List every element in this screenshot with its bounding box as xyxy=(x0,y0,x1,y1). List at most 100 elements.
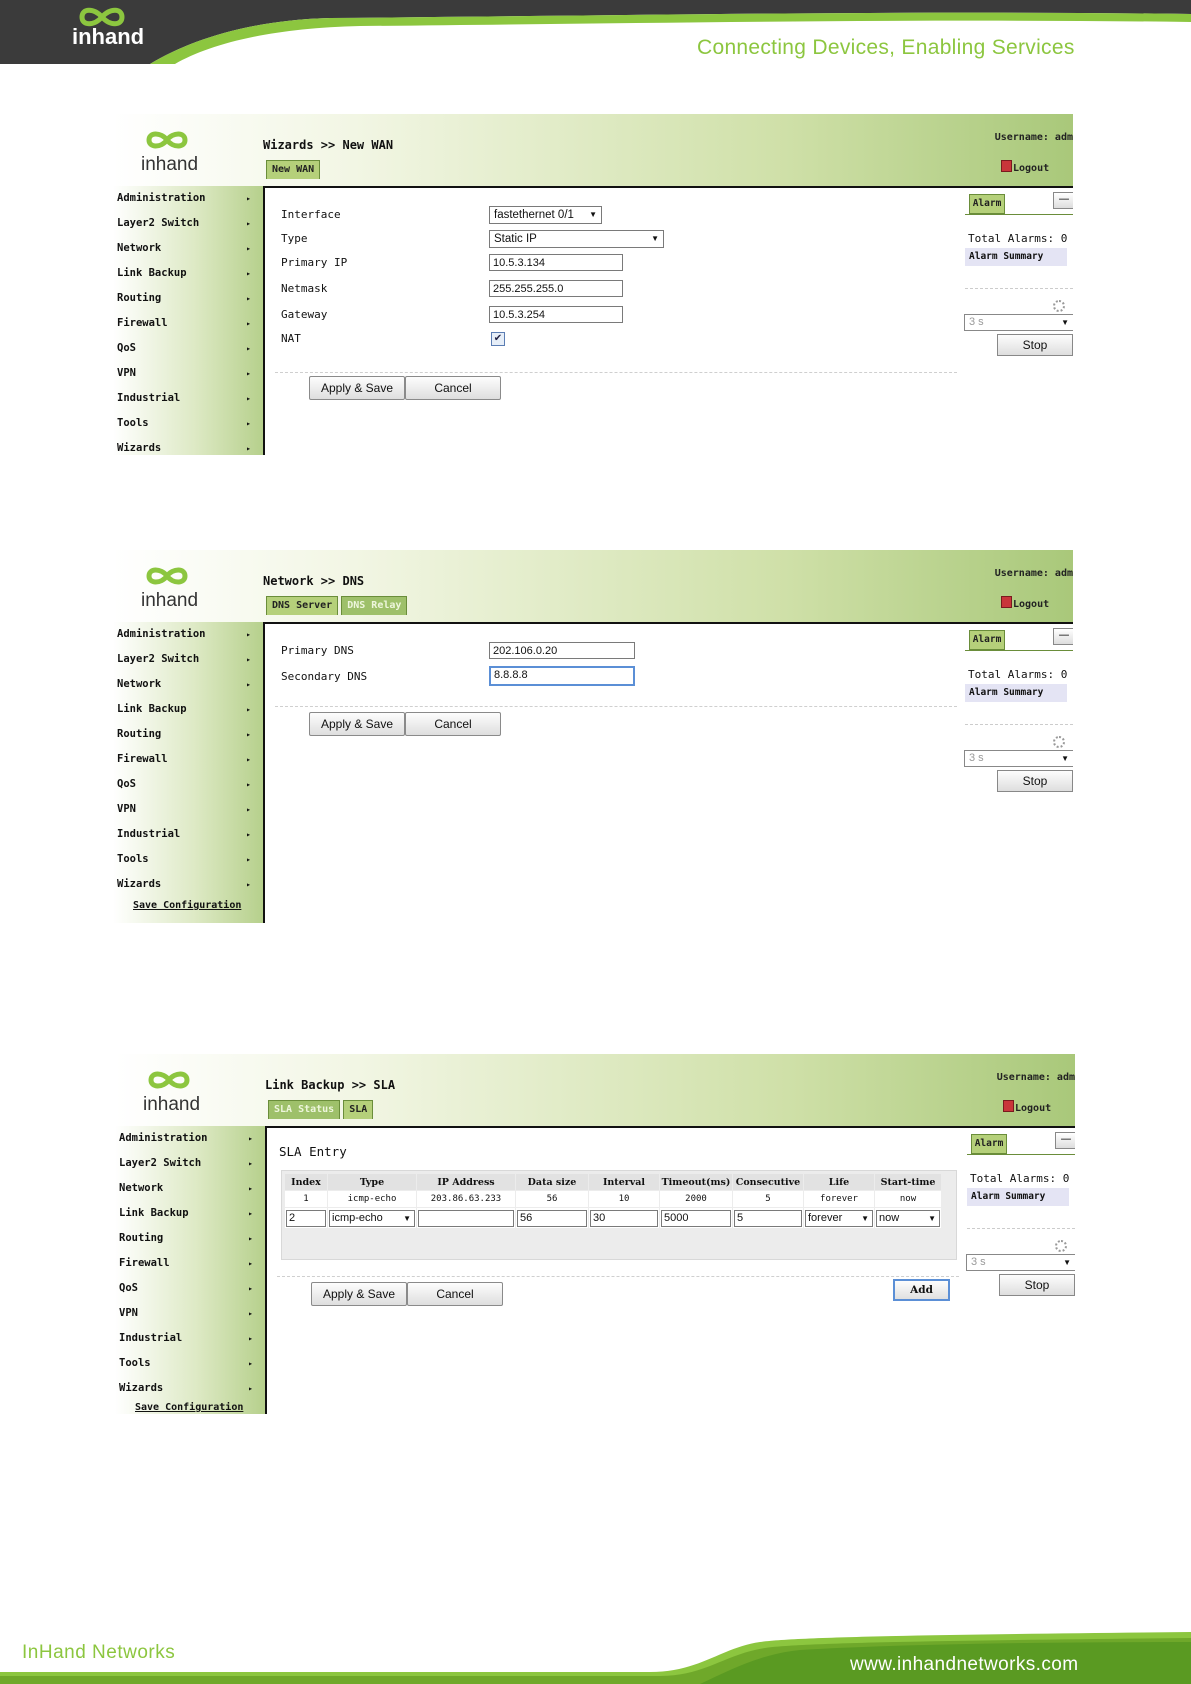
sidebar-item-qos[interactable]: QoS ▸ xyxy=(117,336,257,361)
cancel-button[interactable]: Cancel xyxy=(405,712,501,736)
alarm-summary[interactable]: Alarm Summary xyxy=(965,248,1067,266)
total-alarms: Total Alarms: 0 xyxy=(968,668,1068,681)
add-button[interactable]: Add xyxy=(893,1279,950,1301)
sidebar-item-tools[interactable]: Tools ▸ xyxy=(119,1351,259,1376)
sidebar-item-layer2-switch[interactable]: Layer2 Switch ▸ xyxy=(117,211,257,236)
logout-link[interactable]: Logout xyxy=(1001,160,1049,174)
column-header-interval: Interval xyxy=(589,1174,659,1190)
stop-button[interactable]: Stop xyxy=(997,770,1073,792)
sidebar-item-administration[interactable]: Administration ▸ xyxy=(117,622,257,647)
sidebar-item-wizards[interactable]: Wizards ▸ xyxy=(117,872,257,897)
sidebar-item-industrial[interactable]: Industrial ▸ xyxy=(117,386,257,411)
table-cell: 203.86.63.233 xyxy=(417,1191,515,1207)
sidebar-item-layer2-switch[interactable]: Layer2 Switch ▸ xyxy=(117,647,257,672)
chevron-right-icon: ▸ xyxy=(246,294,251,303)
chevron-down-icon: ▼ xyxy=(1061,318,1069,327)
logout-link[interactable]: Logout xyxy=(1003,1100,1051,1114)
refresh-interval-select[interactable]: 3 s ▼ xyxy=(966,1254,1075,1271)
life-select[interactable]: forever ▼ xyxy=(805,1209,873,1227)
tab-dns-server[interactable]: DNS Server xyxy=(266,596,339,615)
minimize-button[interactable]: — xyxy=(1053,628,1073,645)
tab-dns-relay[interactable]: DNS Relay xyxy=(341,596,408,615)
alarm-tab[interactable]: Alarm xyxy=(971,1134,1007,1154)
sidebar-item-qos[interactable]: QoS ▸ xyxy=(119,1276,259,1301)
alarm-summary[interactable]: Alarm Summary xyxy=(967,1188,1069,1206)
secondary-dns-input[interactable]: 8.8.8.8 xyxy=(489,666,635,686)
gateway-input[interactable]: 10.5.3.254 xyxy=(489,306,623,323)
chevron-right-icon: ▸ xyxy=(246,680,251,689)
chevron-right-icon: ▸ xyxy=(246,655,251,664)
sidebar-item-wizards[interactable]: Wizards ▸ xyxy=(119,1376,259,1401)
stop-button[interactable]: Stop xyxy=(997,334,1073,356)
sidebar-item-link-backup[interactable]: Link Backup ▸ xyxy=(119,1201,259,1226)
save-configuration-link[interactable]: Save Configuration xyxy=(135,1402,243,1413)
logout-link[interactable]: Logout xyxy=(1001,596,1049,610)
sidebar-item-qos[interactable]: QoS ▸ xyxy=(117,772,257,797)
sidebar-item-routing[interactable]: Routing ▸ xyxy=(117,286,257,311)
refresh-interval-select[interactable]: 3 s ▼ xyxy=(964,750,1073,767)
type-select[interactable]: Static IP ▼ xyxy=(489,230,664,248)
apply-save-button[interactable]: Apply & Save xyxy=(309,712,405,736)
sidebar-item-vpn[interactable]: VPN ▸ xyxy=(119,1301,259,1326)
nat-checkbox[interactable]: ✔ xyxy=(491,332,505,346)
chevron-down-icon: ▼ xyxy=(1063,1258,1071,1267)
sidebar-item-industrial[interactable]: Industrial ▸ xyxy=(117,822,257,847)
cancel-button[interactable]: Cancel xyxy=(407,1282,503,1306)
ip-address-input[interactable] xyxy=(418,1209,514,1227)
sidebar-item-network[interactable]: Network ▸ xyxy=(117,236,257,261)
minimize-button[interactable]: — xyxy=(1053,192,1073,209)
top-bar xyxy=(113,550,1073,622)
primary-dns-input[interactable]: 202.106.0.20 xyxy=(489,642,635,659)
sidebar-item-administration[interactable]: Administration ▸ xyxy=(117,186,257,211)
sidebar-item-wizards[interactable]: Wizards ▸ xyxy=(117,436,257,455)
sidebar-item-routing[interactable]: Routing ▸ xyxy=(119,1226,259,1251)
consecutive-input[interactable]: 5 xyxy=(734,1209,802,1227)
sidebar-item-tools[interactable]: Tools ▸ xyxy=(117,847,257,872)
tab-sla[interactable]: SLA xyxy=(343,1100,374,1119)
sidebar-item-link-backup[interactable]: Link Backup ▸ xyxy=(117,261,257,286)
secondary-dns-label: Secondary DNS xyxy=(281,670,368,683)
alarm-tab[interactable]: Alarm xyxy=(969,630,1005,650)
tab-new-wan[interactable]: New WAN xyxy=(266,160,321,179)
save-configuration-link[interactable]: Save Configuration xyxy=(133,900,241,911)
data-size-input[interactable]: 56 xyxy=(517,1209,587,1227)
sidebar-item-vpn[interactable]: VPN ▸ xyxy=(117,361,257,386)
netmask-input[interactable]: 255.255.255.0 xyxy=(489,280,623,297)
sidebar-item-industrial[interactable]: Industrial ▸ xyxy=(119,1326,259,1351)
apply-save-button[interactable]: Apply & Save xyxy=(309,376,405,400)
sidebar-item-network[interactable]: Network ▸ xyxy=(119,1176,259,1201)
type-select[interactable]: icmp-echo ▼ xyxy=(329,1209,415,1227)
sidebar-item-firewall[interactable]: Firewall ▸ xyxy=(119,1251,259,1276)
chevron-down-icon: ▼ xyxy=(651,234,659,243)
timeout-input[interactable]: 5000 xyxy=(661,1209,731,1227)
alarm-summary[interactable]: Alarm Summary xyxy=(965,684,1067,702)
sidebar-item-routing[interactable]: Routing ▸ xyxy=(117,722,257,747)
loading-spinner-icon xyxy=(1053,736,1065,748)
breadcrumb: Link Backup >> SLA xyxy=(265,1078,396,1092)
chevron-right-icon: ▸ xyxy=(246,630,251,639)
refresh-interval-select[interactable]: 3 s ▼ xyxy=(964,314,1073,331)
sidebar-item-network[interactable]: Network ▸ xyxy=(117,672,257,697)
sidebar-item-administration[interactable]: Administration ▸ xyxy=(119,1126,259,1151)
interval-input[interactable]: 30 xyxy=(590,1209,658,1227)
svg-text:inhand: inhand xyxy=(141,154,198,175)
stop-button[interactable]: Stop xyxy=(999,1274,1075,1296)
table-cell: now xyxy=(875,1191,941,1207)
start-time-select[interactable]: now ▼ xyxy=(876,1209,940,1227)
sidebar-item-vpn[interactable]: VPN ▸ xyxy=(117,797,257,822)
sidebar-item-link-backup[interactable]: Link Backup ▸ xyxy=(117,697,257,722)
sidebar-item-firewall[interactable]: Firewall ▸ xyxy=(117,747,257,772)
tab-sla-status[interactable]: SLA Status xyxy=(268,1100,341,1119)
cancel-button[interactable]: Cancel xyxy=(405,376,501,400)
primary-ip-input[interactable]: 10.5.3.134 xyxy=(489,254,623,271)
sidebar-item-tools[interactable]: Tools ▸ xyxy=(117,411,257,436)
minimize-button[interactable]: — xyxy=(1055,1132,1075,1149)
index-input[interactable]: 2 xyxy=(286,1209,326,1227)
chevron-right-icon: ▸ xyxy=(248,1134,253,1143)
apply-save-button[interactable]: Apply & Save xyxy=(311,1282,407,1306)
sidebar-item-layer2-switch[interactable]: Layer2 Switch ▸ xyxy=(119,1151,259,1176)
sidebar-item-firewall[interactable]: Firewall ▸ xyxy=(117,311,257,336)
alarm-tab[interactable]: Alarm xyxy=(969,194,1005,214)
interface-select[interactable]: fastethernet 0/1 ▼ xyxy=(489,206,602,224)
table-cell: 1 xyxy=(285,1191,327,1207)
